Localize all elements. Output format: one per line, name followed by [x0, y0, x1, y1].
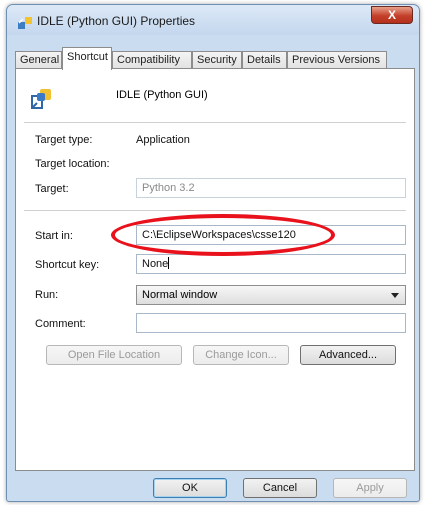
- tab-details[interactable]: Details: [242, 51, 287, 69]
- title-bar[interactable]: IDLE (Python GUI) Properties X: [7, 5, 419, 35]
- target-label: Target:: [35, 183, 69, 195]
- start-in-label: Start in:: [35, 230, 73, 242]
- close-button[interactable]: X: [371, 6, 413, 24]
- comment-label: Comment:: [35, 318, 86, 330]
- text-caret: [168, 257, 170, 269]
- divider: [24, 122, 406, 123]
- open-file-location-button[interactable]: Open File Location: [46, 345, 182, 365]
- tab-security[interactable]: Security: [192, 51, 242, 69]
- cancel-button[interactable]: Cancel: [243, 478, 317, 498]
- properties-dialog: IDLE (Python GUI) Properties X General S…: [6, 4, 420, 502]
- target-type-value: Application: [136, 134, 190, 146]
- dropdown-arrow-icon: [391, 293, 399, 298]
- tab-previous-versions[interactable]: Previous Versions: [287, 51, 387, 69]
- start-in-field[interactable]: C:\EclipseWorkspaces\csse120: [136, 225, 406, 245]
- target-type-label: Target type:: [35, 134, 93, 146]
- tab-shortcut[interactable]: Shortcut: [62, 47, 112, 70]
- apply-button[interactable]: Apply: [333, 478, 407, 498]
- tab-strip: General Shortcut Compatibility Security …: [15, 47, 413, 70]
- ok-button[interactable]: OK: [153, 478, 227, 498]
- target-field[interactable]: Python 3.2: [136, 178, 406, 198]
- target-location-label: Target location:: [35, 158, 110, 170]
- run-select[interactable]: Normal window: [136, 285, 406, 305]
- shortcut-key-label: Shortcut key:: [35, 259, 100, 271]
- comment-field[interactable]: [136, 313, 406, 333]
- advanced-button[interactable]: Advanced...: [300, 345, 396, 365]
- tab-general[interactable]: General: [15, 51, 62, 69]
- run-label: Run:: [35, 289, 59, 301]
- python-app-icon: [31, 89, 51, 109]
- shortcut-python-icon: [18, 17, 32, 29]
- shortcut-key-value: None: [142, 258, 169, 270]
- divider: [24, 210, 406, 211]
- change-icon-button[interactable]: Change Icon...: [193, 345, 289, 365]
- tab-compatibility[interactable]: Compatibility: [112, 51, 192, 69]
- window-title: IDLE (Python GUI) Properties: [37, 14, 196, 28]
- shortcut-panel: IDLE (Python GUI) Target type: Applicati…: [15, 68, 415, 471]
- app-name: IDLE (Python GUI): [116, 89, 208, 101]
- shortcut-key-field[interactable]: None: [136, 254, 406, 274]
- run-selected-value: Normal window: [142, 289, 218, 301]
